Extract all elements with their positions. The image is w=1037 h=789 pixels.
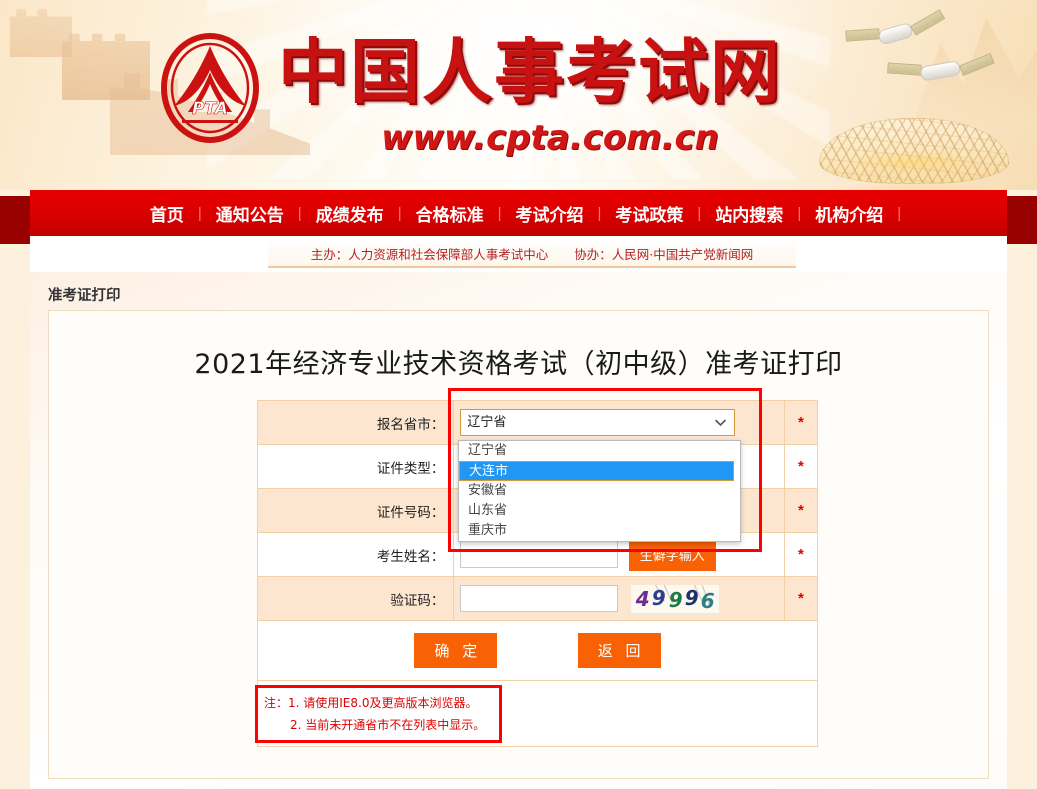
rare-character-input-button[interactable]: 生僻字输入	[628, 538, 716, 571]
main-navigation: 首页 | 通知公告 | 成绩发布 | 合格标准 | 考试介绍 | 考试政策 | …	[0, 190, 1037, 244]
nav-separator: |	[697, 204, 702, 222]
nav-item-exam-intro[interactable]: 考试介绍	[502, 201, 598, 226]
captcha-digit: 9	[668, 587, 683, 612]
label-id-number: 证件号码：	[256, 488, 455, 533]
nav-item-organization[interactable]: 机构介绍	[801, 201, 897, 226]
field-province: 辽宁省	[453, 400, 785, 445]
nav-item-pass-standard[interactable]: 合格标准	[402, 201, 498, 226]
required-marker: *	[783, 532, 819, 577]
label-captcha: 验证码：	[256, 576, 455, 621]
site-banner: PTA 中国人事考试网 www.cpta.com.cn	[0, 0, 1037, 190]
nav-separator: |	[497, 204, 502, 222]
field-captcha: 4 9 9 9 6	[453, 576, 785, 621]
page-root: PTA 中国人事考试网 www.cpta.com.cn 首页 | 通知公告 | …	[0, 0, 1037, 789]
pta-logo[interactable]: PTA	[160, 32, 260, 144]
nav-separator: |	[197, 204, 202, 222]
province-select-wrapper[interactable]: 辽宁省	[460, 409, 736, 436]
province-select[interactable]: 辽宁省	[460, 409, 736, 436]
province-option-liaoning[interactable]: 辽宁省	[459, 441, 740, 461]
required-marker: *	[783, 576, 819, 621]
required-marker: *	[783, 444, 819, 489]
label-id-type: 证件类型：	[256, 444, 455, 489]
nav-bar: 首页 | 通知公告 | 成绩发布 | 合格标准 | 考试介绍 | 考试政策 | …	[30, 190, 1007, 236]
form-row-actions: 确 定 返 回	[257, 620, 818, 681]
birds-nest-stadium-illustration	[819, 118, 1009, 190]
page-title: 2021年经济专业技术资格考试（初中级）准考证打印	[194, 349, 843, 380]
coorganizer-text: 协办：人民网·中国共产党新闻网	[574, 246, 754, 262]
organizer-text: 主办：人力资源和社会保障部人事考试中心	[310, 246, 549, 262]
actions-cell: 确 定 返 回	[257, 620, 818, 681]
back-button[interactable]: 返 回	[577, 633, 661, 668]
captcha-digit: 6	[700, 588, 715, 613]
province-option-chongqing[interactable]: 重庆市	[459, 521, 740, 541]
subheader-credits: 主办：人力资源和社会保障部人事考试中心 协办：人民网·中国共产党新闻网	[268, 240, 796, 268]
required-marker: *	[783, 400, 819, 445]
province-option-shandong[interactable]: 山东省	[459, 501, 740, 521]
note-browser-requirement: 注：1. 请使用IE8.0及更高版本浏览器。	[264, 695, 478, 710]
note-province-availability: 2. 当前未开通省市不在列表中显示。	[290, 717, 486, 732]
captcha-digit: 4	[635, 586, 650, 611]
nav-separator: |	[897, 204, 902, 222]
captcha-image[interactable]: 4 9 9 9 6	[630, 584, 719, 613]
nav-separator: |	[297, 204, 302, 222]
nav-item-site-search[interactable]: 站内搜索	[701, 201, 797, 226]
label-candidate-name: 考生姓名：	[256, 532, 455, 577]
captcha-input[interactable]	[460, 585, 619, 612]
captcha-digit: 9	[651, 585, 666, 610]
province-dropdown-list[interactable]: 辽宁省 大连市 安徽省 山东省 重庆市	[458, 440, 741, 542]
nav-item-home[interactable]: 首页	[136, 201, 198, 226]
candidate-name-input[interactable]	[460, 541, 619, 568]
nav-item-results[interactable]: 成绩发布	[302, 201, 398, 226]
captcha-digit: 9	[684, 585, 699, 610]
required-marker: *	[783, 488, 819, 533]
nav-separator: |	[597, 204, 602, 222]
province-option-dalian[interactable]: 大连市	[459, 461, 734, 481]
submit-button[interactable]: 确 定	[414, 633, 498, 668]
notes-cell: 注：1. 请使用IE8.0及更高版本浏览器。 2. 当前未开通省市不在列表中显示…	[257, 680, 818, 747]
nav-separator: |	[397, 204, 402, 222]
pta-logo-text: PTA	[192, 99, 228, 119]
nav-item-notices[interactable]: 通知公告	[202, 201, 298, 226]
site-url: www.cpta.com.cn	[381, 118, 719, 158]
form-row-captcha: 验证码： 4 9 9 9 6 *	[256, 576, 819, 621]
form-row-notes: 注：1. 请使用IE8.0及更高版本浏览器。 2. 当前未开通省市不在列表中显示…	[257, 680, 818, 747]
breadcrumb: 准考证打印	[48, 288, 121, 304]
nav-separator: |	[797, 204, 802, 222]
form-row-province: 报名省市： 辽宁省 *	[256, 400, 819, 445]
label-province: 报名省市：	[256, 400, 455, 445]
nav-item-exam-policy[interactable]: 考试政策	[601, 201, 697, 226]
province-option-anhui[interactable]: 安徽省	[459, 481, 740, 501]
site-title: 中国人事考试网	[278, 31, 782, 113]
